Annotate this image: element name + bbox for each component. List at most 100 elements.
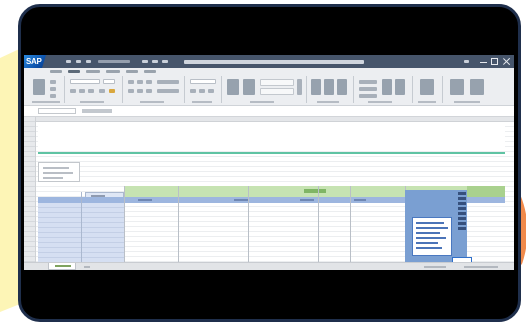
ribbon [24, 68, 514, 106]
table-group-header-end[interactable] [467, 186, 505, 197]
font-size-dropdown[interactable] [103, 79, 115, 84]
merge-center-button[interactable] [157, 89, 179, 93]
format-painter-icon[interactable] [50, 94, 56, 98]
paste-icon[interactable] [33, 79, 45, 95]
ribbon-separator [221, 76, 222, 103]
ribbon-tab[interactable] [106, 70, 120, 73]
column-divider [248, 186, 249, 262]
cut-icon[interactable] [50, 80, 56, 84]
number-group-label [192, 101, 212, 103]
info-text-box[interactable] [38, 162, 80, 182]
view-buttons[interactable] [424, 266, 446, 268]
redo-icon[interactable] [86, 60, 91, 63]
status-bar [24, 262, 514, 270]
ribbon-tab[interactable] [126, 70, 138, 73]
quick-access-item[interactable] [98, 60, 130, 63]
data-tools-icon[interactable] [470, 79, 484, 95]
align-middle-icon[interactable] [137, 80, 143, 84]
find-select-icon[interactable] [395, 79, 405, 95]
ribbon-options-icon[interactable] [464, 60, 469, 63]
cell-comment[interactable] [412, 217, 452, 256]
column-header-label [354, 199, 366, 201]
sheet-tab-label [55, 265, 71, 267]
zoom-slider[interactable] [464, 266, 498, 268]
format-cells-icon[interactable] [337, 79, 347, 95]
cell-style-neutral[interactable] [260, 88, 294, 95]
name-box[interactable] [38, 108, 76, 114]
formula-input[interactable] [82, 109, 112, 113]
sort-filter-icon[interactable] [382, 79, 392, 95]
info-text-line [43, 172, 73, 174]
window-title [184, 59, 364, 64]
font-name-dropdown[interactable] [70, 79, 100, 84]
ribbon-separator [184, 76, 185, 103]
row-markers [458, 192, 466, 232]
quick-access-icon[interactable] [162, 60, 168, 63]
insert-cells-icon[interactable] [311, 79, 321, 95]
quick-access-icon[interactable] [142, 60, 148, 63]
cell-style-normal[interactable] [260, 79, 294, 86]
fill-icon[interactable] [359, 87, 377, 91]
column-divider [124, 186, 125, 262]
underline-icon[interactable] [88, 89, 94, 93]
column-header-label [138, 199, 152, 201]
restore-icon[interactable] [491, 58, 498, 65]
autosum-icon[interactable] [359, 80, 377, 84]
align-right-icon[interactable] [146, 89, 152, 93]
currency-icon[interactable] [190, 89, 196, 93]
ribbon-separator [64, 76, 65, 103]
ribbon-tab[interactable] [86, 70, 100, 73]
column-divider [178, 186, 179, 262]
analysis-icon[interactable] [450, 79, 464, 95]
align-left-icon[interactable] [128, 89, 134, 93]
analysis-group-label [454, 101, 480, 103]
column-divider [350, 186, 351, 262]
ribbon-tab[interactable] [144, 70, 156, 73]
info-text-line [43, 167, 69, 169]
add-sheet-icon[interactable] [84, 266, 90, 268]
align-top-icon[interactable] [128, 80, 134, 84]
ribbon-separator [122, 76, 123, 103]
sheet-tab[interactable] [48, 263, 76, 270]
column-header-label [234, 199, 248, 201]
report-banner-area [38, 125, 505, 151]
column-header-label [300, 199, 314, 201]
table-group-header-label [304, 189, 326, 193]
spreadsheet-window: SAP [24, 55, 514, 270]
percent-icon[interactable] [199, 89, 205, 93]
conditional-formatting-icon[interactable] [227, 79, 239, 95]
minimize-icon[interactable] [480, 58, 487, 63]
format-as-table-icon[interactable] [243, 79, 255, 95]
align-center-icon[interactable] [137, 89, 143, 93]
ribbon-separator [353, 76, 354, 103]
fill-color-icon[interactable] [109, 89, 115, 93]
align-bottom-icon[interactable] [146, 80, 152, 84]
copy-icon[interactable] [50, 87, 56, 91]
ribbon-separator [306, 76, 307, 103]
close-icon[interactable] [503, 58, 510, 65]
undo-icon[interactable] [76, 60, 81, 63]
borders-icon[interactable] [99, 89, 105, 93]
clipboard-group-label [32, 101, 60, 103]
font-group-label [80, 101, 104, 103]
delete-cells-icon[interactable] [324, 79, 334, 95]
number-format-dropdown[interactable] [190, 79, 216, 84]
ribbon-tab-active[interactable] [68, 70, 80, 73]
ribbon-separator [412, 76, 413, 103]
wrap-text-button[interactable] [157, 80, 179, 84]
row-headers[interactable] [24, 117, 36, 262]
info-text-line [43, 177, 63, 179]
bold-icon[interactable] [70, 89, 76, 93]
clear-icon[interactable] [359, 94, 377, 98]
column-divider [318, 186, 319, 262]
styles-more-icon[interactable] [297, 79, 302, 95]
add-in-icon[interactable] [420, 79, 434, 95]
italic-icon[interactable] [79, 89, 85, 93]
comma-style-icon[interactable] [208, 89, 214, 93]
alignment-group-label [140, 101, 164, 103]
ribbon-tab[interactable] [50, 70, 62, 73]
save-icon[interactable] [66, 60, 71, 63]
styles-group-label [250, 101, 274, 103]
quick-access-icon[interactable] [152, 60, 158, 63]
editing-group-label [368, 101, 392, 103]
